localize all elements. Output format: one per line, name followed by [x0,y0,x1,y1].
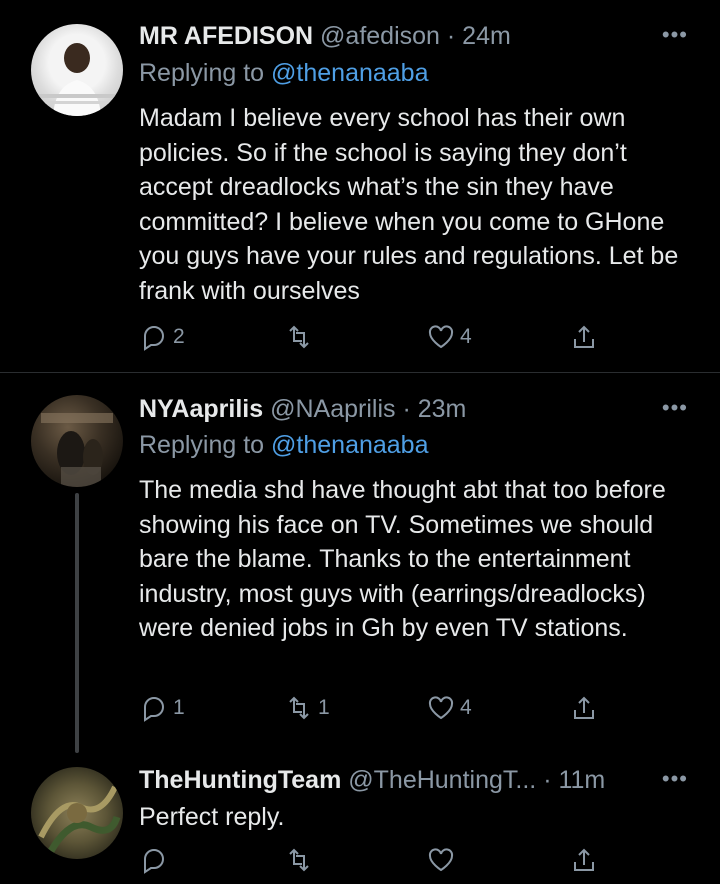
reply-count: 2 [173,325,185,348]
heart-icon [428,848,454,872]
retweet-count: 1 [318,696,330,719]
tweet-actions: 2 4 [139,322,609,356]
heart-icon [428,325,454,349]
heart-icon [428,696,454,720]
thread-line [75,493,79,753]
author-name[interactable]: TheHuntingTeam [139,766,341,794]
like-button[interactable] [426,845,460,875]
author-handle[interactable]: @TheHuntingT... [348,766,536,794]
reply-count: 1 [173,696,185,719]
tweet-time[interactable]: · 23m [402,395,466,423]
tweet-actions: 1 1 4 [139,693,609,727]
reply-icon [144,696,165,722]
tweet-text: The media shd have thought abt that too … [139,476,666,642]
share-icon [574,696,594,719]
like-button[interactable]: 4 [426,693,472,723]
tweet-actions [139,845,609,879]
replying-to-mention[interactable]: @thenanaaba [271,431,428,459]
like-count: 4 [460,325,472,348]
share-icon [574,848,594,871]
retweet-button[interactable]: 1 [284,693,330,723]
avatar-image [41,413,113,487]
tweet-3[interactable]: TheHuntingTeam @TheHuntingT... · 11m •••… [0,753,720,884]
replying-to-prefix: Replying to [139,431,265,459]
share-button[interactable] [569,693,599,723]
like-count: 4 [460,696,472,719]
author-handle[interactable]: @afedison [320,22,440,50]
avatar[interactable] [31,395,123,487]
avatar-image [38,785,121,853]
reply-button[interactable]: 2 [139,322,185,352]
tweet-text: Madam I believe every school has their o… [139,104,679,305]
tweet-text: Perfect reply. [139,803,285,831]
retweet-icon [289,325,309,349]
share-icon [574,325,594,348]
reply-button[interactable]: 1 [139,693,185,723]
more-horizontal-icon[interactable]: ••• [662,766,688,792]
replying-to: Replying to @thenanaaba [139,58,429,88]
retweet-icon [289,848,309,872]
avatar[interactable] [31,767,123,859]
reply-icon [144,325,165,351]
author-name[interactable]: MR AFEDISON [139,22,313,50]
tweet-time[interactable]: · 24m [447,22,511,50]
replying-to-prefix: Replying to [139,59,265,87]
share-button[interactable] [569,845,599,875]
tweet-2[interactable]: NYAaprilis @NAaprilis · 23m ••• Replying… [0,373,720,753]
retweet-icon [289,696,309,720]
replying-to: Replying to @thenanaaba [139,430,429,460]
author-name[interactable]: NYAaprilis [139,395,263,423]
like-button[interactable]: 4 [426,322,472,352]
reply-icon [144,848,165,874]
retweet-button[interactable] [284,322,318,352]
more-horizontal-icon[interactable]: ••• [662,22,688,48]
share-button[interactable] [569,322,599,352]
avatar-image [39,43,115,116]
avatar[interactable] [31,24,123,116]
reply-button[interactable] [139,845,173,875]
tweet-time[interactable]: · 11m [543,766,605,794]
author-handle[interactable]: @NAaprilis [270,395,395,423]
retweet-button[interactable] [284,845,318,875]
more-horizontal-icon[interactable]: ••• [662,395,688,421]
replying-to-mention[interactable]: @thenanaaba [271,59,428,87]
tweet-1[interactable]: MR AFEDISON @afedison · 24m ••• Replying… [0,0,720,372]
